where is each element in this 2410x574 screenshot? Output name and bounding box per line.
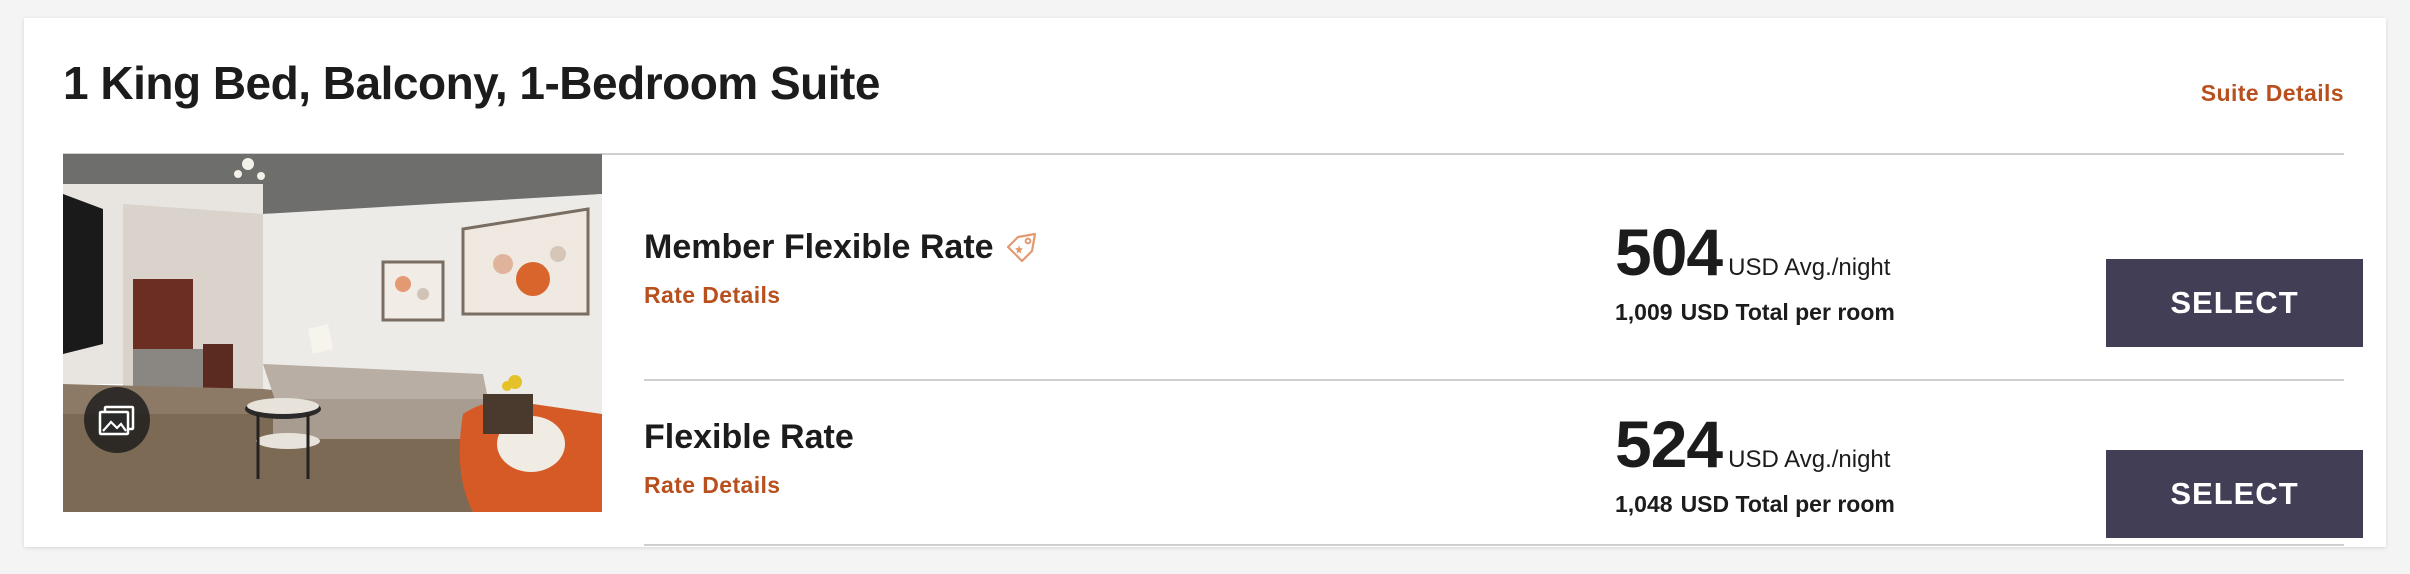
room-card: 1 King Bed, Balcony, 1-Bedroom Suite Sui… xyxy=(24,18,2386,547)
avg-price: 524 xyxy=(1615,407,1723,481)
rate-details-link[interactable]: Rate Details xyxy=(644,472,780,499)
total-line: 1,009 USD Total per room xyxy=(1615,299,1915,326)
gallery-icon xyxy=(98,405,135,436)
rate-name: Flexible Rate xyxy=(644,418,854,456)
room-photo-image xyxy=(63,154,602,512)
room-title: 1 King Bed, Balcony, 1-Bedroom Suite xyxy=(63,57,880,109)
photo-gallery-button[interactable] xyxy=(84,387,150,453)
price-block: 524 USD Avg./night 1,048 USD Total per ro… xyxy=(1615,411,1915,518)
rate-details-link[interactable]: Rate Details xyxy=(644,282,780,309)
total-price-label: USD Total per room xyxy=(1680,491,1895,517)
rate-row: Member Flexible Rate Rate Details 504 US… xyxy=(644,154,2363,381)
rate-row: Flexible Rate Rate Details 524 USD Avg./… xyxy=(644,381,2363,546)
rate-name-row: Flexible Rate xyxy=(644,420,854,454)
total-price: 1,048 xyxy=(1615,491,1673,517)
select-button[interactable]: SELECT xyxy=(2106,450,2363,538)
avg-price-label: USD Avg./night xyxy=(1728,446,1891,473)
suite-details-link[interactable]: Suite Details xyxy=(2201,80,2344,107)
member-tag-icon xyxy=(1006,232,1036,263)
total-price-label: USD Total per room xyxy=(1680,299,1895,325)
price-block: 504 USD Avg./night 1,009 USD Total per ro… xyxy=(1615,219,1915,326)
total-price: 1,009 xyxy=(1615,299,1673,325)
avg-price: 504 xyxy=(1615,215,1723,289)
rate-name-row: Member Flexible Rate xyxy=(644,229,1040,265)
rate-list: Member Flexible Rate Rate Details 504 US… xyxy=(644,154,2363,546)
room-photo[interactable] xyxy=(63,154,602,512)
total-line: 1,048 USD Total per room xyxy=(1615,491,1915,518)
rate-name: Member Flexible Rate xyxy=(644,228,994,266)
avg-price-label: USD Avg./night xyxy=(1728,254,1891,281)
select-button[interactable]: SELECT xyxy=(2106,259,2363,347)
